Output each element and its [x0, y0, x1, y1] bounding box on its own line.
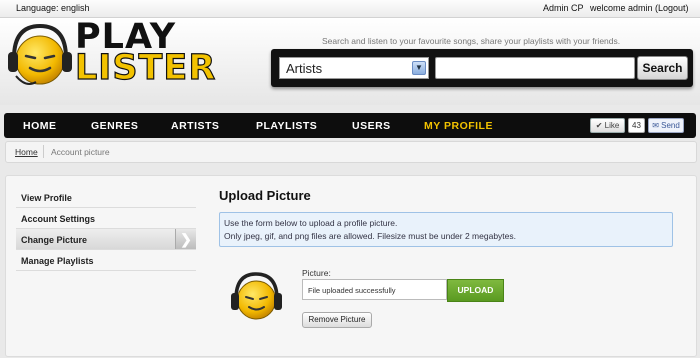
file-status-text: File uploaded successfully: [308, 286, 396, 295]
info-line-2: Only jpeg, gif, and png files are allowe…: [224, 231, 516, 241]
info-line-1: Use the form below to upload a profile p…: [224, 218, 398, 228]
site-logo[interactable]: PLAY LISTER: [6, 20, 216, 95]
sidebar-item-label: Manage Playlists: [21, 256, 94, 266]
like-label: Like: [604, 121, 620, 130]
nav-genres[interactable]: GENRES: [91, 120, 138, 132]
breadcrumb-divider: [43, 145, 44, 158]
category-select[interactable]: Artists ▼: [279, 57, 429, 79]
sidebar-item-view-profile[interactable]: View Profile: [16, 187, 196, 208]
main-panel: View Profile Account Settings Change Pic…: [5, 175, 697, 357]
logo-text-lister: LISTER: [74, 48, 217, 88]
sidebar-item-label: View Profile: [21, 193, 72, 203]
avatar: [231, 272, 282, 320]
chevron-down-icon[interactable]: ▼: [412, 61, 426, 75]
profile-sidebar: View Profile Account Settings Change Pic…: [16, 187, 196, 271]
like-button[interactable]: ✔ Like: [590, 118, 625, 133]
nav-users[interactable]: USERS: [352, 120, 391, 132]
category-select-value: Artists: [286, 61, 323, 76]
upload-button[interactable]: UPLOAD: [447, 279, 504, 302]
page-title: Upload Picture: [219, 188, 311, 203]
nav-my-profile[interactable]: MY PROFILE: [424, 120, 493, 132]
search-button[interactable]: Search: [637, 56, 688, 80]
search-tagline: Search and listen to your favourite song…: [322, 36, 621, 46]
search-panel: Artists ▼ Search: [271, 49, 693, 87]
smiley-headphones-icon: [8, 23, 72, 85]
nav-playlists[interactable]: PLAYLISTS: [256, 120, 317, 132]
like-count: 43: [628, 118, 645, 133]
language-selector[interactable]: Language: english: [16, 3, 90, 13]
nav-artists[interactable]: ARTISTS: [171, 120, 219, 132]
sidebar-item-manage-playlists[interactable]: Manage Playlists: [16, 250, 196, 271]
chevron-right-icon: ❯: [175, 229, 196, 249]
top-bar: Language: english Admin CP welcome admin…: [0, 0, 700, 18]
send-icon: ✉: [652, 121, 659, 130]
sidebar-item-change-picture[interactable]: Change Picture ❯: [16, 229, 196, 250]
sidebar-item-label: Change Picture: [21, 235, 88, 245]
search-input[interactable]: [435, 57, 635, 79]
breadcrumb: Home Account picture: [5, 141, 697, 163]
picture-file-field[interactable]: File uploaded successfully: [302, 279, 447, 300]
remove-picture-button[interactable]: Remove Picture: [302, 312, 372, 328]
info-box: Use the form below to upload a profile p…: [219, 212, 673, 247]
admin-cp-link[interactable]: Admin CP: [543, 3, 584, 13]
breadcrumb-current: Account picture: [51, 147, 110, 157]
breadcrumb-home[interactable]: Home: [15, 147, 38, 157]
send-button[interactable]: ✉ Send: [648, 118, 684, 133]
welcome-logout-link[interactable]: welcome admin (Logout): [590, 3, 689, 13]
sidebar-item-account-settings[interactable]: Account Settings: [16, 208, 196, 229]
picture-label: Picture:: [302, 268, 331, 278]
send-label: Send: [661, 121, 680, 130]
nav-home[interactable]: HOME: [23, 120, 57, 132]
sidebar-item-label: Account Settings: [21, 214, 96, 224]
like-check-icon: ✔: [595, 121, 603, 130]
